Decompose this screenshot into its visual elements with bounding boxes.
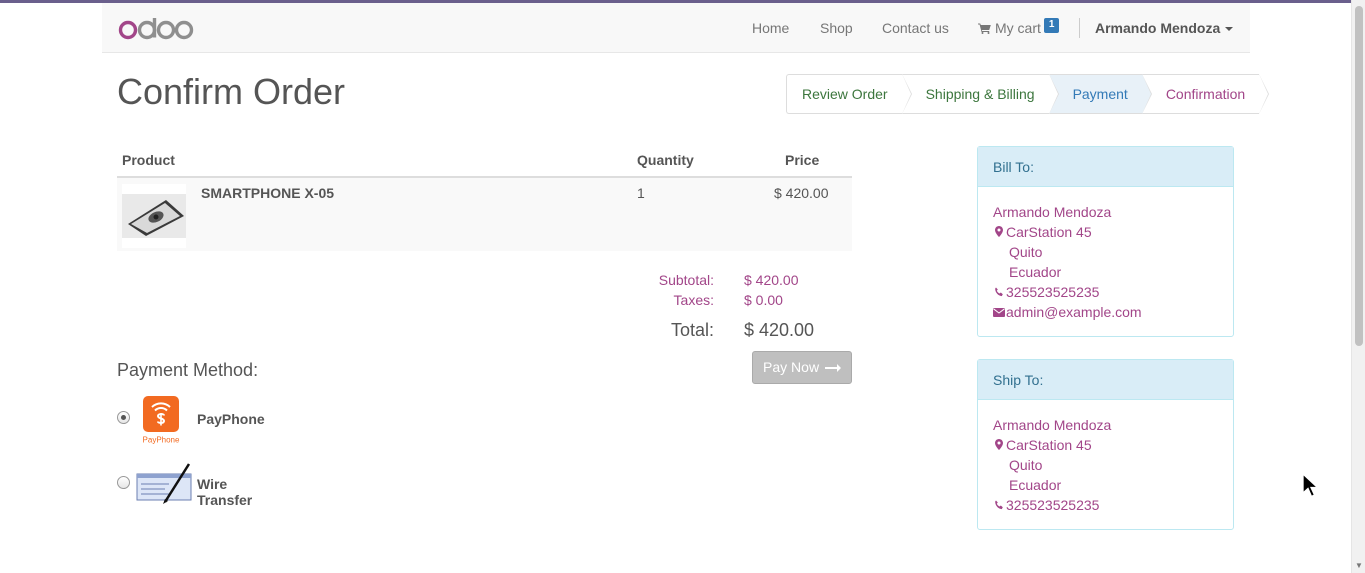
ship-to-country: Ecuador bbox=[1009, 477, 1062, 493]
bill-to-country: Ecuador bbox=[1009, 264, 1062, 280]
wizard-step-confirmation: Confirmation bbox=[1141, 74, 1270, 114]
user-name: Armando Mendoza bbox=[1095, 20, 1221, 36]
ship-to-name: Armando Mendoza bbox=[993, 417, 1112, 433]
column-header-price: Price bbox=[785, 152, 820, 168]
odoo-logo[interactable] bbox=[118, 14, 194, 42]
ship-to-city: Quito bbox=[1009, 457, 1043, 473]
arrow-right-icon bbox=[824, 364, 841, 373]
column-header-quantity: Quantity bbox=[637, 152, 694, 168]
table-row: SMARTPHONE X-05 1 $ 420.00 bbox=[117, 178, 852, 251]
phone-icon bbox=[993, 282, 1005, 302]
nav-divider bbox=[1079, 18, 1080, 38]
wizard-step-review-order[interactable]: Review Order bbox=[786, 74, 912, 114]
page-title: Confirm Order bbox=[117, 71, 346, 112]
ship-to-street: CarStation 45 bbox=[1006, 437, 1092, 453]
odoo-logo-icon bbox=[118, 18, 194, 40]
bill-to-phone-line: 325523525235 bbox=[993, 282, 1218, 302]
ship-to-phone-line: 325523525235 bbox=[993, 495, 1218, 515]
subtotal-row: Subtotal: $ 420.00 bbox=[600, 272, 860, 292]
checkout-wizard: Review Order Shipping & Billing Payment … bbox=[786, 74, 1270, 114]
payphone-label[interactable]: PayPhone bbox=[197, 411, 265, 427]
envelope-icon bbox=[993, 302, 1005, 322]
cart-count-badge: 1 bbox=[1043, 18, 1060, 33]
bill-to-city: Quito bbox=[1009, 244, 1043, 260]
column-header-product: Product bbox=[122, 152, 175, 168]
bill-to-street-line: CarStation 45 bbox=[993, 222, 1218, 242]
ship-to-panel: Ship To: Armando Mendoza CarStation 45 Q… bbox=[977, 359, 1234, 530]
product-quantity: 1 bbox=[637, 185, 645, 201]
bill-to-panel: Bill To: Armando Mendoza CarStation 45 Q… bbox=[977, 146, 1234, 337]
nav-my-cart[interactable]: My cart 1 bbox=[978, 3, 1060, 53]
payment-method-title: Payment Method: bbox=[117, 360, 259, 380]
total-label: Total: bbox=[670, 320, 714, 340]
product-name[interactable]: SMARTPHONE X-05 bbox=[201, 185, 334, 201]
subtotal-value: $ 420.00 bbox=[744, 272, 799, 288]
product-image[interactable] bbox=[122, 184, 186, 248]
taxes-row: Taxes: $ 0.00 bbox=[600, 292, 860, 312]
wizard-step-label: Review Order bbox=[802, 86, 888, 102]
bill-to-name: Armando Mendoza bbox=[993, 204, 1112, 220]
wire-transfer-radio[interactable] bbox=[117, 476, 130, 489]
bill-to-email-line: admin@example.com bbox=[993, 302, 1218, 322]
product-price: $ 420.00 bbox=[774, 185, 829, 201]
payphone-logo-caption: PayPhone bbox=[143, 436, 180, 445]
bill-to-street: CarStation 45 bbox=[1006, 224, 1092, 240]
total-row: Total: $ 420.00 bbox=[600, 320, 860, 348]
phone-icon bbox=[993, 495, 1005, 515]
nav-home[interactable]: Home bbox=[752, 3, 789, 53]
wizard-step-payment[interactable]: Payment bbox=[1048, 74, 1153, 114]
ship-to-street-line: CarStation 45 bbox=[993, 435, 1218, 455]
mouse-cursor-icon bbox=[1302, 473, 1320, 498]
bank-check-icon bbox=[136, 463, 192, 504]
taxes-value: $ 0.00 bbox=[744, 292, 783, 308]
ship-to-phone: 325523525235 bbox=[1006, 497, 1100, 513]
order-totals: Subtotal: $ 420.00 Taxes: $ 0.00 Total: … bbox=[600, 272, 860, 348]
ship-to-heading: Ship To: bbox=[978, 360, 1233, 400]
pay-now-label: Pay Now bbox=[763, 359, 820, 375]
map-marker-icon bbox=[993, 222, 1005, 242]
nav-contact-us[interactable]: Contact us bbox=[882, 3, 949, 53]
wizard-step-label: Confirmation bbox=[1165, 86, 1246, 102]
payphone-logo: PayPhone bbox=[135, 395, 185, 448]
payphone-radio[interactable] bbox=[117, 411, 130, 424]
caret-down-icon bbox=[1225, 27, 1234, 32]
wire-transfer-label[interactable]: Wire Transfer bbox=[197, 476, 252, 508]
user-menu[interactable]: Armando Mendoza bbox=[1095, 3, 1234, 53]
taxes-label: Taxes: bbox=[673, 292, 714, 308]
pay-now-button[interactable]: Pay Now bbox=[752, 351, 852, 384]
payphone-logo-icon: PayPhone bbox=[143, 396, 180, 445]
wizard-step-label: Payment bbox=[1072, 86, 1128, 102]
bill-to-email: admin@example.com bbox=[1006, 304, 1142, 320]
navbar: Home Shop Contact us My cart 1 Armando Me… bbox=[102, 3, 1250, 53]
total-value: $ 420.00 bbox=[744, 320, 815, 340]
bill-to-phone: 325523525235 bbox=[1006, 284, 1100, 300]
scroll-down-arrow-icon[interactable]: ▼ bbox=[1355, 562, 1363, 570]
bill-to-address: Armando Mendoza CarStation 45 Quito Ecua… bbox=[978, 187, 1233, 336]
bill-to-heading: Bill To: bbox=[978, 147, 1233, 187]
smartphone-icon bbox=[122, 194, 186, 238]
wizard-step-label: Shipping & Billing bbox=[925, 86, 1035, 102]
nav-shop[interactable]: Shop bbox=[820, 3, 853, 53]
wizard-step-shipping-billing[interactable]: Shipping & Billing bbox=[901, 74, 1059, 114]
subtotal-label: Subtotal: bbox=[658, 272, 714, 288]
scrollbar-thumb[interactable] bbox=[1355, 6, 1363, 346]
page-scrollbar[interactable]: ▼ bbox=[1351, 0, 1365, 573]
shopping-cart-icon bbox=[978, 23, 991, 34]
wire-transfer-logo bbox=[135, 462, 193, 509]
cart-label: My cart bbox=[995, 20, 1041, 36]
map-marker-icon bbox=[993, 435, 1005, 455]
ship-to-address: Armando Mendoza CarStation 45 Quito Ecua… bbox=[978, 400, 1233, 529]
